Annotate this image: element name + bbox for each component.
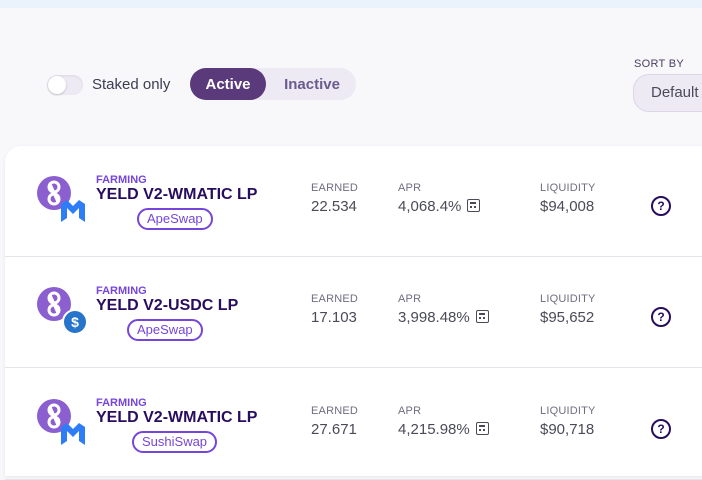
farm-row[interactable]: FARMING YELD V2-WMATIC LP SushiSwap EARN… — [5, 369, 702, 480]
apr-value: 4,068.4% — [398, 198, 462, 215]
apr-value: 3,998.48% — [398, 309, 470, 326]
toggle-knob — [48, 76, 66, 94]
top-strip — [0, 0, 702, 8]
earned-header: EARNED — [311, 405, 359, 417]
usdc-icon: $ — [62, 309, 88, 335]
farm-pair-name: YELD V2-USDC LP — [96, 297, 239, 314]
exchange-badge: ApeSwap — [127, 319, 203, 341]
earned-value: 17.103 — [311, 309, 357, 326]
apr-header: APR — [398, 182, 422, 194]
liquidity-header: LIQUIDITY — [540, 405, 596, 417]
liquidity-header: LIQUIDITY — [540, 293, 596, 305]
help-icon[interactable]: ? — [651, 307, 671, 327]
liquidity-value: $94,008 — [540, 198, 595, 215]
earned-header: EARNED — [311, 293, 359, 305]
earned-header: EARNED — [311, 182, 359, 194]
calculator-icon[interactable] — [475, 422, 489, 435]
sort-select[interactable]: Default — [633, 74, 702, 112]
help-icon[interactable]: ? — [651, 196, 671, 216]
apr-header: APR — [398, 293, 422, 305]
wmatic-icon — [61, 423, 85, 445]
help-icon[interactable]: ? — [651, 419, 671, 439]
earned-value: 27.671 — [311, 421, 357, 438]
farm-pair-name: YELD V2-WMATIC LP — [96, 186, 258, 203]
staked-only-toggle[interactable] — [47, 75, 83, 95]
farm-tag: FARMING — [96, 397, 147, 409]
farm-list: FARMING YELD V2-WMATIC LP ApeSwap EARNED… — [5, 146, 702, 480]
farm-pair-name: YELD V2-WMATIC LP — [96, 409, 258, 426]
apr-value: 4,215.98% — [398, 421, 470, 438]
sort-by-label: SORT BY — [634, 58, 684, 70]
calculator-icon[interactable] — [475, 310, 489, 323]
exchange-badge: SushiSwap — [132, 431, 218, 453]
apr-cell: 4,068.4% — [398, 198, 481, 215]
farm-tag: FARMING — [96, 174, 147, 186]
tab-active[interactable]: Active — [190, 68, 266, 100]
farm-row[interactable]: FARMING YELD V2-WMATIC LP ApeSwap EARNED… — [5, 146, 702, 257]
apr-header: APR — [398, 405, 422, 417]
liquidity-value: $90,718 — [540, 421, 595, 438]
farm-row[interactable]: $ FARMING YELD V2-USDC LP ApeSwap EARNED… — [5, 257, 702, 368]
earned-value: 22.534 — [311, 198, 357, 215]
apr-cell: 4,215.98% — [398, 421, 489, 438]
wmatic-icon — [61, 200, 85, 222]
sort-select-value: Default — [651, 84, 699, 101]
staked-only-label: Staked only — [92, 76, 171, 93]
tab-inactive[interactable]: Inactive — [268, 68, 356, 100]
farm-tag: FARMING — [96, 285, 147, 297]
liquidity-value: $95,652 — [540, 309, 595, 326]
apr-cell: 3,998.48% — [398, 309, 489, 326]
exchange-badge: ApeSwap — [137, 208, 213, 230]
liquidity-header: LIQUIDITY — [540, 182, 596, 194]
calculator-icon[interactable] — [467, 199, 481, 212]
active-inactive-switch: Active Inactive — [190, 68, 356, 100]
